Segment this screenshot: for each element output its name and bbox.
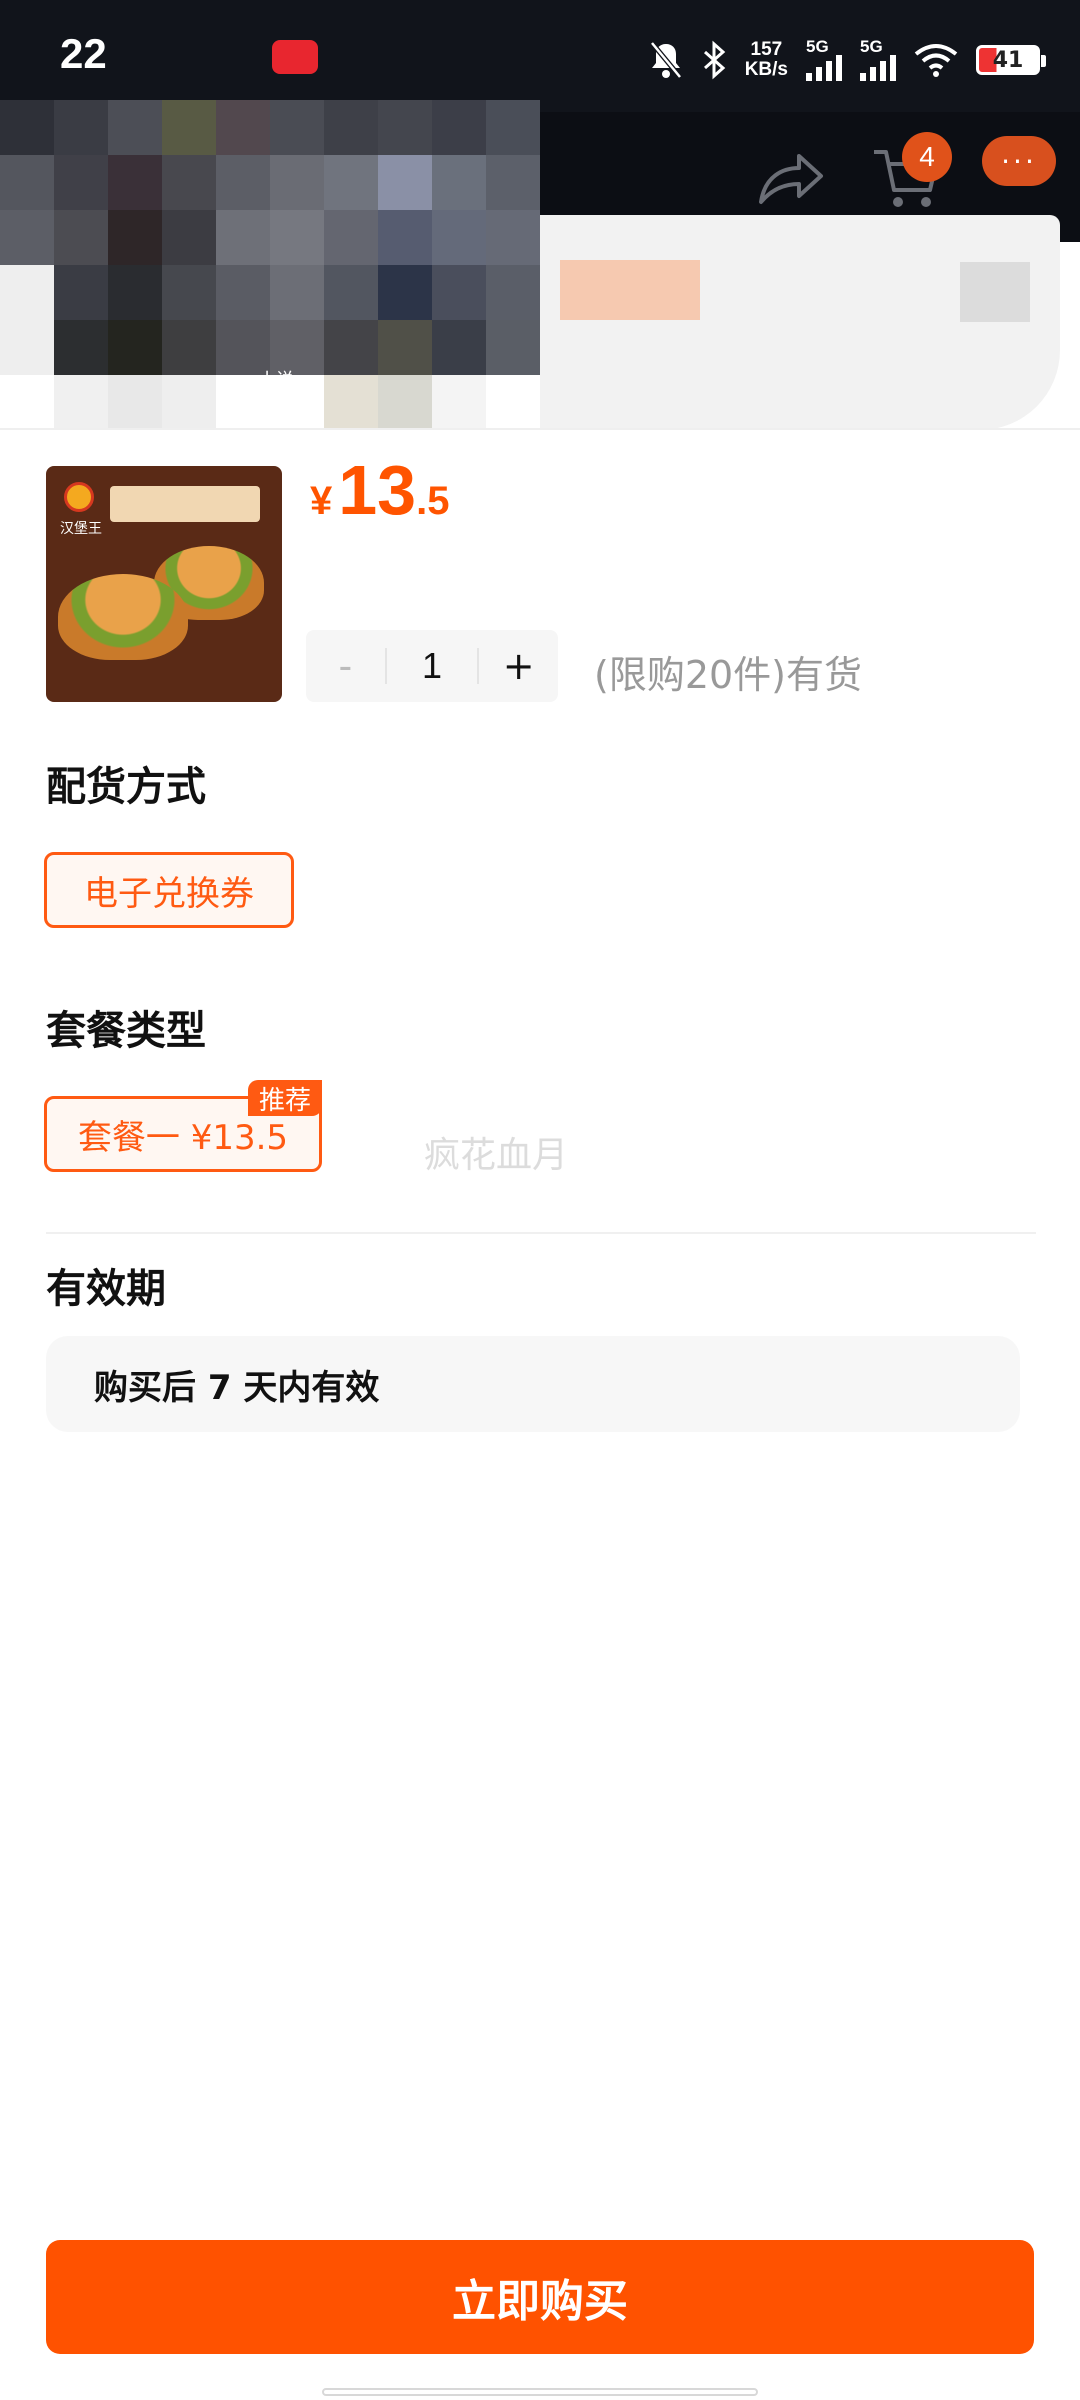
signal-bars-icon xyxy=(806,55,842,81)
status-bar: 22 157 KB/s 5G 5G 41 xyxy=(0,0,1080,112)
bluetooth-icon xyxy=(703,40,725,80)
quantity-value[interactable]: 1 xyxy=(384,648,480,684)
delivery-method-title: 配货方式 xyxy=(46,764,206,810)
bell-muted-icon xyxy=(649,41,682,79)
cart-count-badge: 4 xyxy=(902,132,952,182)
wifi-icon xyxy=(914,44,958,77)
signal-bars-icon xyxy=(860,55,896,81)
notification-badge xyxy=(272,40,318,74)
package-type-title: 套餐类型 xyxy=(46,1008,206,1054)
video-caption: 小说 xyxy=(258,370,294,391)
signal-5g-2: 5G xyxy=(860,38,896,81)
network-speed: 157 KB/s xyxy=(744,39,788,80)
home-indicator xyxy=(322,2388,758,2396)
price: ¥13.5 xyxy=(310,451,450,529)
obscured-region-gray xyxy=(960,262,1030,322)
status-time: 22 xyxy=(60,30,107,77)
status-icons: 157 KB/s 5G 5G 41 xyxy=(649,34,1046,86)
brand-text: 汉堡王 xyxy=(60,521,102,537)
delivery-option-e-voucher[interactable]: 电子兑换券 xyxy=(44,852,294,928)
burger-illustration xyxy=(58,574,188,660)
decrease-button[interactable]: - xyxy=(306,644,385,688)
more-button[interactable]: ··· xyxy=(982,136,1056,186)
obscured-region-accent xyxy=(560,260,700,320)
burger-king-logo xyxy=(64,482,94,512)
section-divider xyxy=(46,1232,1036,1234)
coupon-strip xyxy=(110,486,260,522)
share-icon[interactable] xyxy=(755,146,825,210)
stock-status: (限购20件)有货 xyxy=(594,653,863,697)
validity-info: 购买后 7 天内有效 xyxy=(46,1336,1020,1432)
product-image[interactable]: 汉堡王 xyxy=(46,466,282,702)
validity-title: 有效期 xyxy=(46,1266,166,1312)
increase-button[interactable]: + xyxy=(479,644,558,688)
watermark: 疯花血月 xyxy=(424,1135,569,1176)
sheet-divider xyxy=(0,428,1080,430)
buy-now-button[interactable]: 立即购买 xyxy=(46,2240,1034,2354)
quantity-stepper: - 1 + xyxy=(306,630,558,702)
recommended-tag: 推荐 xyxy=(248,1080,322,1116)
battery-icon: 41 xyxy=(976,45,1046,75)
signal-5g-1: 5G xyxy=(806,38,842,81)
